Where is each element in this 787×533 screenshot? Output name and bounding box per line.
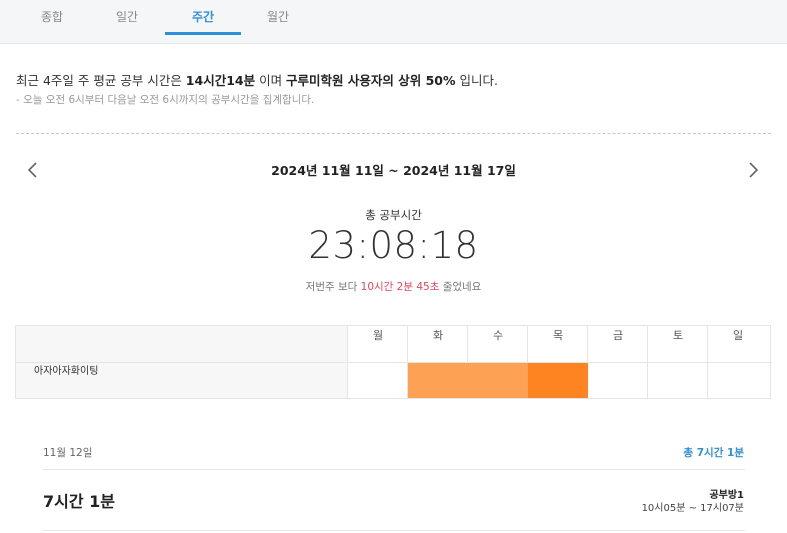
detail-date: 11월 12일 bbox=[43, 447, 93, 459]
summary-middle: 이며 bbox=[255, 73, 287, 88]
total-study-label: 총 공부시간 bbox=[365, 208, 422, 222]
day-cell bbox=[528, 363, 588, 398]
average-time: 14시간14분 bbox=[185, 73, 256, 88]
day-header: 금 bbox=[612, 329, 624, 342]
day-cell bbox=[648, 363, 708, 398]
compare-suffix: 줄었네요 bbox=[439, 281, 482, 293]
compare-prefix: 저번주 보다 bbox=[305, 281, 361, 293]
day-cell bbox=[588, 363, 648, 398]
room-name: 아자아자화이팅 bbox=[34, 366, 99, 377]
rank-text: 구루미학원 사용자의 상위 50% bbox=[286, 73, 456, 88]
period-tabs: 종합 일간 주간 월간 bbox=[0, 0, 787, 44]
detail-divider bbox=[43, 469, 745, 470]
total-study-time: 23:08:18 bbox=[308, 224, 479, 267]
divider bbox=[16, 133, 771, 134]
summary-suffix: 입니다. bbox=[455, 73, 498, 88]
weekly-room-grid: 아자아자화이팅 월 화 수 목 금 토 일 bbox=[15, 325, 772, 399]
session-time-range: 10시05분 ~ 17시07분 bbox=[641, 503, 744, 514]
day-header: 일 bbox=[732, 329, 744, 342]
aggregation-note: - 오늘 오전 6시부터 다음날 오전 6시까지의 공부시간을 집계합니다. bbox=[16, 94, 315, 106]
session-duration: 7시간 1분 bbox=[43, 492, 115, 511]
tab-overview[interactable]: 종합 bbox=[14, 0, 90, 35]
day-header: 화 bbox=[432, 329, 444, 342]
day-cell bbox=[408, 363, 468, 398]
day-header: 목 bbox=[552, 329, 564, 342]
day-header: 수 bbox=[492, 329, 504, 342]
day-cell bbox=[708, 363, 768, 398]
detail-total-link[interactable]: 총 7시간 1분 bbox=[683, 445, 744, 460]
day-header: 토 bbox=[672, 329, 684, 342]
day-cell bbox=[468, 363, 528, 398]
compare-diff: 10시간 2분 45초 bbox=[360, 281, 440, 293]
detail-divider-bottom bbox=[43, 530, 745, 531]
next-week-button[interactable] bbox=[742, 158, 764, 182]
tab-weekly[interactable]: 주간 bbox=[165, 0, 241, 35]
row-divider bbox=[16, 362, 772, 363]
week-date-range: 2024년 11월 11일 ~ 2024년 11월 17일 bbox=[271, 163, 516, 178]
average-summary: 최근 4주일 주 평균 공부 시간은 14시간14분 이며 구루미학원 사용자의… bbox=[16, 70, 498, 89]
tab-monthly[interactable]: 월간 bbox=[240, 0, 316, 35]
summary-prefix: 최근 4주일 주 평균 공부 시간은 bbox=[16, 73, 186, 88]
chevron-right-icon bbox=[749, 162, 759, 178]
day-cell bbox=[348, 363, 408, 398]
day-header: 월 bbox=[372, 329, 384, 342]
tab-daily[interactable]: 일간 bbox=[89, 0, 165, 35]
weekly-comparison: 저번주 보다 10시간 2분 45초 줄었네요 bbox=[0, 279, 787, 294]
